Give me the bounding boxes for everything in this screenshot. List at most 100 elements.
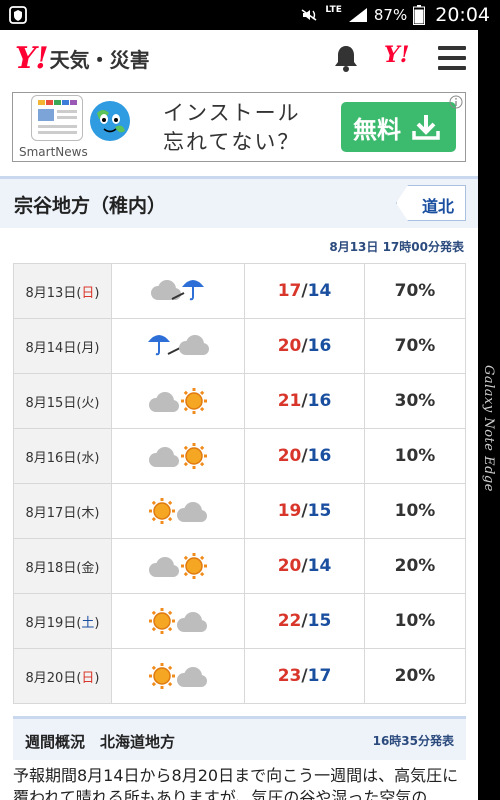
forecast-row: 8月20日(日) 23/17 20%: [13, 648, 466, 704]
date-text: 8月13日: [25, 285, 77, 301]
date-text: 8月17日: [25, 505, 77, 521]
forecast-date: 8月15日(火): [13, 373, 112, 429]
low-temp: 14: [307, 281, 332, 301]
precipitation-chance: 20%: [364, 648, 466, 704]
region-title: 宗谷地方（稚内）: [14, 195, 167, 217]
region-header: 宗谷地方（稚内） 道北: [0, 176, 478, 228]
day-of-week: 日: [81, 285, 95, 301]
ad-copy-line1: インストール: [163, 101, 301, 125]
site-logo[interactable]: Y! 天気・災害: [15, 40, 150, 76]
logo-text: 天気・災害: [49, 47, 150, 72]
sunny-then-cloudy-icon: [149, 608, 207, 634]
ad-banner[interactable]: SmartNews インストール 忘れてない？ 無料: [12, 92, 466, 162]
shield-icon: [9, 6, 27, 24]
date-text: 8月19日: [25, 615, 77, 631]
mascot-icon: [90, 101, 130, 141]
region-tab-label[interactable]: 道北: [422, 193, 454, 217]
ad-install-button[interactable]: 無料: [341, 102, 456, 152]
low-temp: 16: [307, 391, 332, 411]
cloudy-then-sunny-icon: [149, 443, 207, 469]
mute-icon: [301, 9, 317, 21]
precipitation-chance: 30%: [364, 373, 466, 429]
sunny-then-cloudy-icon: [149, 663, 207, 689]
date-text: 8月18日: [25, 560, 77, 576]
battery-icon: [413, 5, 426, 25]
forecast-table: 8月13日(日) 17/14 70% 8月14日(月) 20/16 70% 8月15日(火)…: [13, 263, 466, 704]
precipitation-chance: 70%: [364, 318, 466, 374]
day-of-week: 日: [81, 670, 95, 686]
date-text: 8月15日: [25, 395, 77, 411]
precipitation-chance: 70%: [364, 263, 466, 319]
day-of-week: 金: [81, 560, 95, 576]
high-temp: 22: [277, 611, 302, 631]
date-text: 8月14日: [25, 340, 77, 356]
forecast-date: 8月13日(日): [13, 263, 112, 319]
ad-info-icon[interactable]: [449, 95, 463, 109]
high-temp: 23: [277, 666, 302, 686]
precipitation-chance: 10%: [364, 428, 466, 484]
high-temp: 20: [277, 336, 302, 356]
day-of-week: 木: [81, 505, 95, 521]
date-text: 8月20日: [25, 670, 77, 686]
temperature-cell: 19/15: [244, 483, 365, 539]
high-temp: 21: [277, 391, 302, 411]
precipitation-chance: 10%: [364, 593, 466, 649]
day-of-week: 土: [81, 615, 95, 631]
ad-brand: SmartNews: [19, 145, 88, 159]
low-temp: 17: [307, 666, 332, 686]
weekly-body: 予報期間8月14日から8月20日まで向こう一週間は、高気圧に覆われて晴れる所もあ…: [13, 766, 459, 800]
edge-strip[interactable]: Galaxy Note Edge: [478, 30, 500, 800]
cloudy-then-sunny-icon: [149, 553, 207, 579]
weekly-time: 16時35分発表: [372, 734, 454, 748]
status-bar: LTE 87% 20:04: [0, 0, 500, 30]
day-of-week: 火: [81, 395, 95, 411]
low-temp: 15: [307, 611, 332, 631]
temperature-cell: 23/17: [244, 648, 365, 704]
weather-icon-cell: [111, 538, 245, 594]
low-temp: 15: [307, 501, 332, 521]
high-temp: 20: [277, 556, 302, 576]
forecast-date: 8月16日(水): [13, 428, 112, 484]
forecast-row: 8月19日(土) 22/15 10%: [13, 593, 466, 649]
date-text: 8月16日: [25, 450, 77, 466]
day-of-week: 水: [81, 450, 95, 466]
precipitation-chance: 20%: [364, 538, 466, 594]
forecast-date: 8月17日(木): [13, 483, 112, 539]
precipitation-chance: 10%: [364, 483, 466, 539]
ad-copy: インストール 忘れてない？: [163, 99, 301, 157]
forecast-issued-time: 8月13日 17時00分発表: [329, 240, 464, 254]
weather-icon-cell: [111, 428, 245, 484]
forecast-date: 8月14日(月): [13, 318, 112, 374]
temperature-cell: 20/16: [244, 428, 365, 484]
temperature-cell: 22/15: [244, 593, 365, 649]
signal-icon: [348, 8, 367, 22]
forecast-date: 8月20日(日): [13, 648, 112, 704]
temperature-cell: 21/16: [244, 373, 365, 429]
high-temp: 20: [277, 446, 302, 466]
day-of-week: 月: [81, 340, 95, 356]
weekly-title: 週間概況 北海道地方: [25, 733, 176, 751]
temperature-cell: 17/14: [244, 263, 365, 319]
site-header: Y! 天気・災害 Y!: [0, 30, 478, 86]
forecast-row: 8月18日(金) 20/14 20%: [13, 538, 466, 594]
app-icon: [31, 95, 83, 141]
high-temp: 17: [277, 281, 302, 301]
forecast-row: 8月17日(木) 19/15 10%: [13, 483, 466, 539]
forecast-row: 8月15日(火) 21/16 30%: [13, 373, 466, 429]
temperature-cell: 20/14: [244, 538, 365, 594]
forecast-row: 8月13日(日) 17/14 70%: [13, 263, 466, 319]
rain-then-cloudy-icon: [148, 335, 209, 356]
bell-icon[interactable]: [333, 44, 359, 72]
sunny-then-cloudy-icon: [149, 498, 207, 524]
forecast-date: 8月18日(金): [13, 538, 112, 594]
yahoo-button[interactable]: Y!: [384, 42, 409, 68]
network-type: LTE: [325, 4, 342, 15]
weekly-overview-header: 週間概況 北海道地方 16時35分発表: [13, 716, 466, 760]
high-temp: 19: [277, 501, 302, 521]
ad-button-label: 無料: [353, 115, 401, 144]
weather-icon-cell: [111, 483, 245, 539]
forecast-row: 8月14日(月) 20/16 70%: [13, 318, 466, 374]
low-temp: 14: [307, 556, 332, 576]
forecast-date: 8月19日(土): [13, 593, 112, 649]
hamburger-menu-icon[interactable]: [438, 46, 466, 70]
